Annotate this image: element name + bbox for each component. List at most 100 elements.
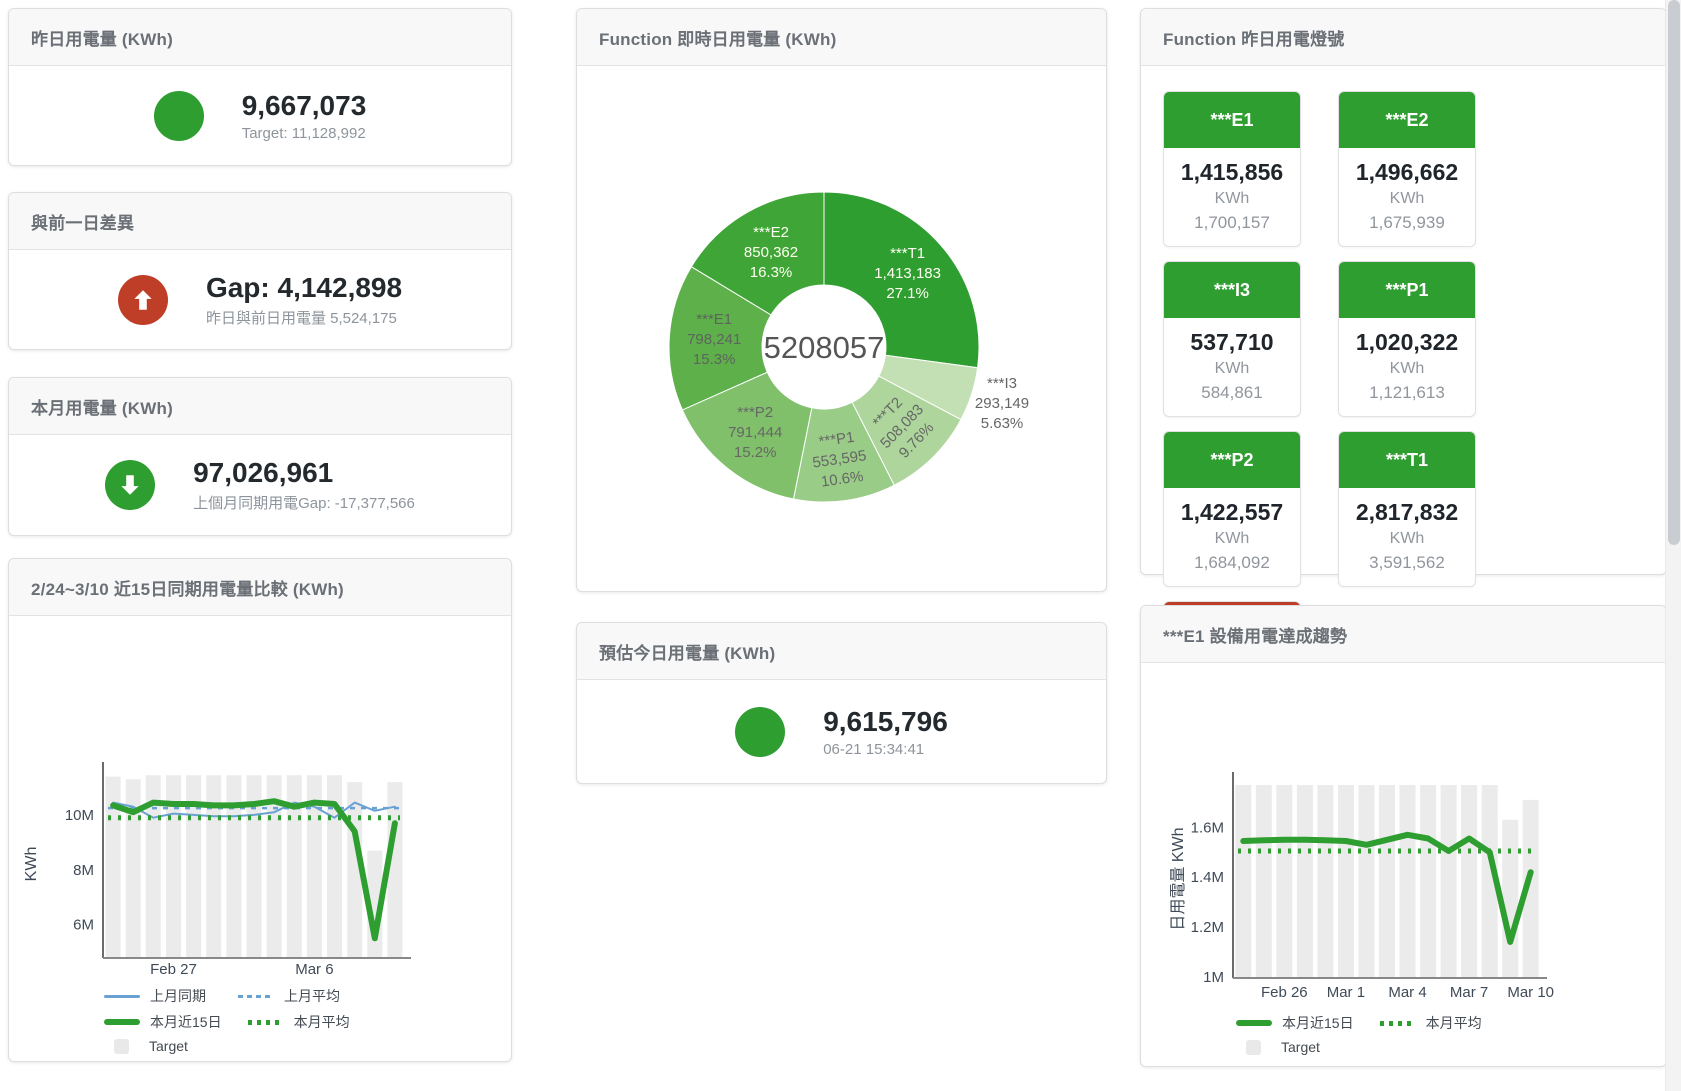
tile-target-value: 1,700,157 <box>1164 213 1300 233</box>
legend-item[interactable]: 本月平均 <box>248 1012 356 1032</box>
legend-item[interactable]: 本月近15日 <box>104 1012 222 1032</box>
svg-text:***P2: ***P2 <box>737 404 773 421</box>
svg-text:日用電量 KWh: 日用電量 KWh <box>1170 827 1187 930</box>
stat-subtext: 06-21 15:34:41 <box>823 741 948 758</box>
device-tile[interactable]: ***I3537,710KWh584,861 <box>1163 261 1301 417</box>
device-tile[interactable]: ***T12,817,832KWh3,591,562 <box>1338 431 1476 587</box>
gap-prev-day-card: 與前一日差異 Gap: 4,142,898 昨日與前日用電量 5,524,175 <box>8 192 512 350</box>
tile-unit: KWh <box>1164 190 1300 208</box>
tile-unit: KWh <box>1164 360 1300 378</box>
tile-value: 1,020,322 <box>1339 329 1475 356</box>
legend-swatch-icon <box>1236 1020 1272 1026</box>
svg-text:Mar 4: Mar 4 <box>1388 984 1426 1001</box>
tile-value: 2,817,832 <box>1339 499 1475 526</box>
yesterday-lights-card: Function 昨日用電燈號 ***E11,415,856KWh1,700,1… <box>1140 8 1667 575</box>
card-header: 本月用電量 (KWh) <box>9 378 511 435</box>
svg-text:Feb 27: Feb 27 <box>150 961 197 978</box>
tile-value: 1,496,662 <box>1339 159 1475 186</box>
tile-value: 537,710 <box>1164 329 1300 356</box>
arrow-down-circle-icon <box>105 460 155 510</box>
tile-unit: KWh <box>1164 530 1300 548</box>
tile-status-header: ***E2 <box>1339 92 1475 148</box>
svg-text:850,362: 850,362 <box>744 244 798 261</box>
stat-value: 97,026,961 <box>193 457 415 489</box>
stat-subtext: 昨日與前日用電量 5,524,175 <box>206 307 402 328</box>
tile-target-value: 584,861 <box>1164 383 1300 403</box>
card-title: 與前一日差異 <box>31 209 134 234</box>
svg-text:10M: 10M <box>65 807 94 824</box>
device-tile[interactable]: ***E21,496,662KWh1,675,939 <box>1338 91 1476 247</box>
svg-text:791,444: 791,444 <box>728 424 782 441</box>
tile-unit: KWh <box>1339 530 1475 548</box>
legend-row: Target <box>1236 1039 1488 1055</box>
legend-row: 本月近15日 本月平均 <box>104 1012 356 1032</box>
legend-label: 上月同期 <box>150 986 206 1006</box>
tile-status-header: ***P1 <box>1339 262 1475 318</box>
stat-subtext: 上個月同期用電Gap: -17,377,566 <box>193 492 415 513</box>
legend-row: Target <box>104 1038 356 1054</box>
legend-swatch-icon <box>248 1020 284 1025</box>
scrollbar-thumb[interactable] <box>1668 0 1680 545</box>
tile-target-value: 1,121,613 <box>1339 383 1475 403</box>
legend-item[interactable]: 本月近15日 <box>1236 1013 1354 1033</box>
svg-text:6M: 6M <box>73 917 94 934</box>
arrow-down-icon <box>117 472 143 498</box>
device-tile[interactable]: ***P2 1,422,557 KWh 1,684,092 <box>1163 431 1301 587</box>
device-tile[interactable]: ***P1 1,020,322 KWh 1,121,613 <box>1338 261 1476 417</box>
legend-item[interactable]: Target <box>1236 1039 1344 1055</box>
tile-unit: KWh <box>1339 190 1475 208</box>
card-title: ***E1 設備用電達成趨勢 <box>1163 622 1347 647</box>
svg-text:Mar 6: Mar 6 <box>295 961 333 978</box>
card-header: 昨日用電量 (KWh) <box>9 9 511 66</box>
stat-value: 9,615,796 <box>823 706 948 738</box>
stat-subtext: Target: 11,128,992 <box>242 125 367 142</box>
svg-text:5208057: 5208057 <box>764 330 885 365</box>
month-usage-card: 本月用電量 (KWh) 97,026,961 上個月同期用電Gap: -17,3… <box>8 377 512 536</box>
legend-item[interactable]: 上月同期 <box>104 986 212 1006</box>
e1-trend-line-chart[interactable]: 1.6M1.4M1.2M1MFeb 26Mar 1Mar 4Mar 7Mar 1… <box>1141 663 1666 1065</box>
svg-text:Mar 1: Mar 1 <box>1327 984 1365 1001</box>
svg-text:KWh: KWh <box>23 847 40 882</box>
svg-text:8M: 8M <box>73 862 94 879</box>
svg-text:***E1: ***E1 <box>696 311 732 328</box>
page-scrollbar[interactable] <box>1665 0 1681 1091</box>
legend-item[interactable]: 上月平均 <box>238 986 346 1006</box>
svg-text:16.3%: 16.3% <box>750 264 793 281</box>
legend-swatch-icon <box>1380 1021 1416 1026</box>
tile-target-value: 1,684,092 <box>1164 553 1300 573</box>
svg-text:1.2M: 1.2M <box>1191 919 1224 936</box>
tile-status-header: ***P2 <box>1164 432 1300 488</box>
svg-text:1M: 1M <box>1203 969 1224 986</box>
legend-label: Target <box>149 1038 188 1054</box>
card-header: 預估今日用電量 (KWh) <box>577 623 1106 680</box>
tile-value: 1,415,856 <box>1164 159 1300 186</box>
card-title: Function 昨日用電燈號 <box>1163 25 1344 50</box>
svg-text:1.4M: 1.4M <box>1191 869 1224 886</box>
legend-item[interactable]: Target <box>104 1038 212 1054</box>
device-tile[interactable]: ***E11,415,856KWh1,700,157 <box>1163 91 1301 247</box>
svg-text:15.3%: 15.3% <box>693 351 736 368</box>
svg-text:***E2: ***E2 <box>753 224 789 241</box>
legend-label: 本月近15日 <box>150 1012 222 1032</box>
tile-unit: KWh <box>1339 360 1475 378</box>
legend-swatch-icon <box>114 1039 129 1054</box>
card-header: 與前一日差異 <box>9 193 511 250</box>
card-title: 本月用電量 (KWh) <box>31 394 173 419</box>
legend-swatch-icon <box>104 995 140 998</box>
legend-item[interactable]: 本月平均 <box>1380 1013 1488 1033</box>
legend-label: Target <box>1281 1039 1320 1055</box>
compare-chart-legend: 上月同期 上月平均本月近15日 本月平均 Target <box>104 986 356 1054</box>
legend-row: 本月近15日 本月平均 <box>1236 1013 1488 1033</box>
realtime-usage-donut-chart[interactable]: ***T11,413,18327.1%***I3293,1495.63%***T… <box>577 66 1106 590</box>
svg-text:27.1%: 27.1% <box>886 285 929 302</box>
status-circle-icon <box>735 707 785 757</box>
legend-label: 本月平均 <box>294 1012 350 1032</box>
svg-text:Feb 26: Feb 26 <box>1261 984 1308 1001</box>
trend-chart-legend: 本月近15日 本月平均 Target <box>1236 1013 1488 1055</box>
legend-swatch-icon <box>104 1019 140 1025</box>
card-header: ***E1 設備用電達成趨勢 <box>1141 606 1666 663</box>
svg-text:***T1: ***T1 <box>890 245 925 262</box>
tile-value: 1,422,557 <box>1164 499 1300 526</box>
svg-text:Mar 10: Mar 10 <box>1507 984 1554 1001</box>
tile-status-header: ***T1 <box>1339 432 1475 488</box>
